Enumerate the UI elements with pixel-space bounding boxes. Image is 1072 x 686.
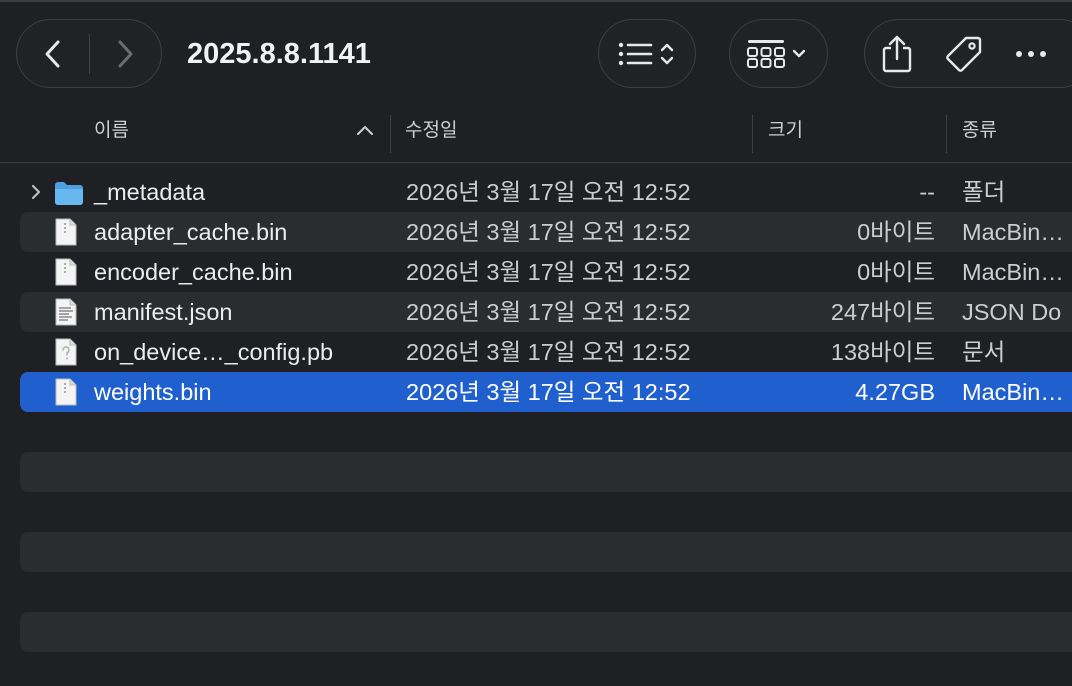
file-size: 0바이트 <box>857 259 935 285</box>
tag-icon <box>946 36 982 72</box>
chevron-right-icon <box>118 40 133 67</box>
window-title: 2025.8.8.1141 <box>187 38 371 70</box>
column-name[interactable]: 이름 <box>94 110 129 152</box>
file-kind: MacBin… <box>962 379 1064 405</box>
column-modified[interactable]: 수정일 <box>405 110 457 152</box>
chevron-right-icon <box>31 184 41 200</box>
file-row-config[interactable]: on_device…_config.pb 2026년 3월 17일 오전 12:… <box>20 332 1072 372</box>
column-divider[interactable] <box>390 115 391 153</box>
file-modified: 2026년 3월 17일 오전 12:52 <box>406 379 691 405</box>
file-size: -- <box>919 179 935 205</box>
file-name: weights.bin <box>94 379 212 405</box>
folder-icon <box>55 182 83 205</box>
file-modified: 2026년 3월 17일 오전 12:52 <box>406 299 691 325</box>
file-kind: MacBin… <box>962 219 1064 245</box>
file-size: 0바이트 <box>857 219 935 245</box>
file-name: encoder_cache.bin <box>94 259 293 285</box>
share-button[interactable] <box>880 34 914 74</box>
file-row-encoder-cache[interactable]: encoder_cache.bin 2026년 3월 17일 오전 12:52 … <box>20 252 1072 292</box>
chevron-left-icon <box>45 40 60 67</box>
tag-button[interactable] <box>944 34 984 74</box>
navigation-group <box>16 19 162 88</box>
file-name: manifest.json <box>94 299 233 325</box>
empty-row-stripe <box>20 612 1072 652</box>
more-button[interactable] <box>1014 49 1048 59</box>
column-size[interactable]: 크기 <box>768 110 803 152</box>
window-top-edge <box>0 0 1072 2</box>
file-kind: JSON Do <box>962 299 1062 325</box>
group-button[interactable] <box>729 19 828 88</box>
column-divider[interactable] <box>752 115 753 153</box>
file-list: _metadata 2026년 3월 17일 오전 12:52 -- 폴더 ad… <box>20 172 1072 412</box>
share-icon <box>882 35 912 72</box>
file-size: 247바이트 <box>830 299 935 325</box>
json-file-icon <box>55 298 77 326</box>
file-row-adapter-cache[interactable]: adapter_cache.bin 2026년 3월 17일 오전 12:52 … <box>20 212 1072 252</box>
file-row-weights[interactable]: weights.bin 2026년 3월 17일 오전 12:52 4.27GB… <box>20 372 1072 412</box>
file-modified: 2026년 3월 17일 오전 12:52 <box>406 219 691 245</box>
back-button[interactable] <box>17 20 89 87</box>
column-header: 이름 수정일 크기 종류 <box>0 110 1072 163</box>
file-kind: MacBin… <box>962 259 1064 285</box>
file-kind: 폴더 <box>962 179 1006 205</box>
column-kind[interactable]: 종류 <box>962 110 997 152</box>
document-file-icon <box>55 338 77 366</box>
list-icon <box>618 42 674 65</box>
sort-ascending-icon[interactable] <box>356 124 374 136</box>
file-size: 4.27GB <box>855 379 935 405</box>
ellipsis-icon <box>1016 50 1046 57</box>
forward-button[interactable] <box>90 20 162 87</box>
binary-file-icon <box>55 218 77 246</box>
binary-file-icon <box>55 258 77 286</box>
file-kind: 문서 <box>962 339 1006 365</box>
empty-row-stripe <box>20 452 1072 492</box>
file-modified: 2026년 3월 17일 오전 12:52 <box>406 179 691 205</box>
grid-icon <box>746 39 805 68</box>
view-mode-button[interactable] <box>598 19 696 88</box>
empty-row-stripe <box>20 532 1072 572</box>
file-row-metadata[interactable]: _metadata 2026년 3월 17일 오전 12:52 -- 폴더 <box>20 172 1072 212</box>
column-divider[interactable] <box>946 115 947 153</box>
file-modified: 2026년 3월 17일 오전 12:52 <box>406 259 691 285</box>
disclosure-triangle[interactable] <box>30 172 46 212</box>
file-name: on_device…_config.pb <box>94 339 334 365</box>
file-row-manifest[interactable]: manifest.json 2026년 3월 17일 오전 12:52 247바… <box>20 292 1072 332</box>
file-name: _metadata <box>94 179 206 205</box>
file-name: adapter_cache.bin <box>94 219 288 245</box>
file-size: 138바이트 <box>830 339 935 365</box>
binary-file-icon <box>55 378 77 406</box>
file-modified: 2026년 3월 17일 오전 12:52 <box>406 339 691 365</box>
actions-group <box>864 19 1072 88</box>
